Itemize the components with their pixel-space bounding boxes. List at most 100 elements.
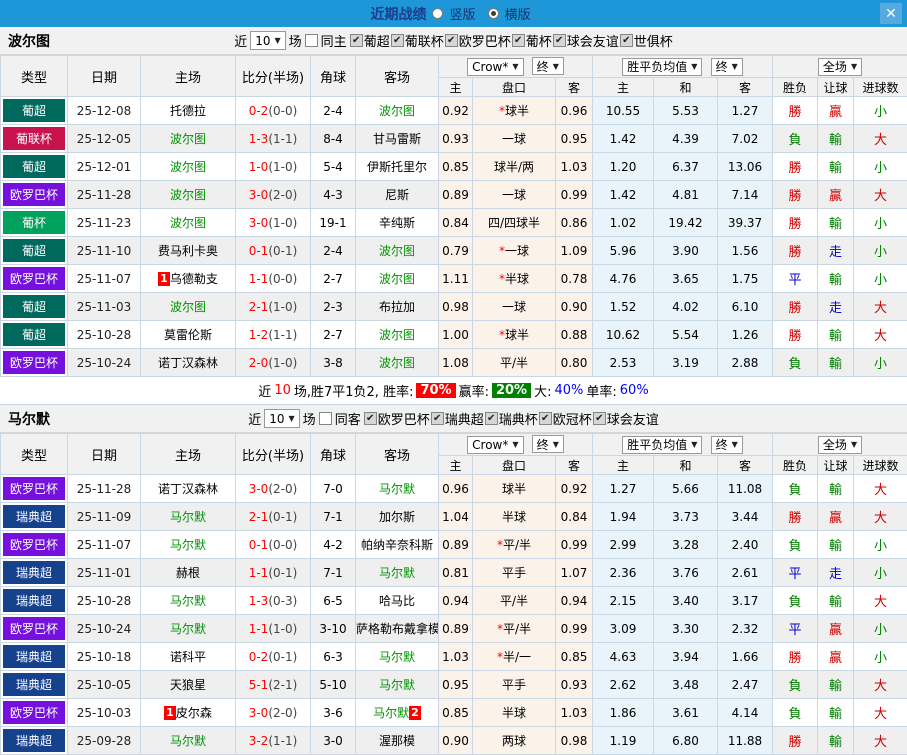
euro-mean-select[interactable]: 胜平负均值 <box>622 436 702 454</box>
result-text: 勝 <box>789 511 802 526</box>
result-goals: 小 <box>854 559 907 587</box>
league-checkbox[interactable] <box>445 34 458 47</box>
euro-mean-select[interactable]: 胜平负均值 <box>622 58 702 76</box>
horizontal-layout-radio[interactable] <box>488 8 499 19</box>
result-wdl: 平 <box>773 615 818 643</box>
asia-away-odds: 0.99 <box>556 181 593 209</box>
league-checkbox[interactable] <box>431 412 444 425</box>
league-type-cell: 欧罗巴杯 <box>1 699 68 727</box>
bookmaker-select-value: Crow* <box>472 60 508 74</box>
result-text: 平 <box>789 567 802 582</box>
result-text: 大 <box>874 595 887 610</box>
col-header-asia-away: 客 <box>556 78 593 97</box>
halftime-score: (1-0) <box>268 356 297 370</box>
league-checkbox[interactable] <box>553 34 566 47</box>
fulltime-score: 1-1 <box>249 566 269 580</box>
euro-final-select-value: 终 <box>716 436 728 453</box>
euro-home-odds: 4.63 <box>593 643 654 671</box>
euro-away-odds: 13.06 <box>718 153 773 181</box>
euro-home-odds: 4.76 <box>593 265 654 293</box>
league-type-cell: 欧罗巴杯 <box>1 531 68 559</box>
result-text: 輸 <box>829 707 842 722</box>
league-checkbox[interactable] <box>593 412 606 425</box>
away-team-name: 波尔图 <box>379 272 415 286</box>
euro-final-select[interactable]: 终 <box>711 58 743 76</box>
asia-home-odds: 0.90 <box>439 727 473 755</box>
league-checkbox[interactable] <box>620 34 633 47</box>
result-text: 小 <box>874 623 887 638</box>
league-type-cell: 瑞典超 <box>1 503 68 531</box>
same-venue-checkbox[interactable] <box>319 412 332 425</box>
result-text: 輸 <box>829 595 842 610</box>
result-text: 小 <box>874 567 887 582</box>
col-header-score: 比分(半场) <box>236 434 311 475</box>
euro-away-odds: 1.27 <box>718 97 773 125</box>
euro-draw-odds: 3.76 <box>654 559 718 587</box>
league-checkbox[interactable] <box>539 412 552 425</box>
away-team-cell: 马尔默2 <box>356 699 439 727</box>
result-handicap: 贏 <box>818 503 854 531</box>
result-text: 大 <box>874 679 887 694</box>
league-checkbox-label: 瑞典杯 <box>499 409 538 428</box>
score-cell: 3-0(1-0) <box>236 209 311 237</box>
asia-home-odds: 0.89 <box>439 531 473 559</box>
league-checkbox-label: 葡超 <box>364 31 390 50</box>
handicap-text: 平/半 <box>503 538 531 552</box>
home-team-name: 皮尔森 <box>176 706 212 720</box>
euro-final-select[interactable]: 终 <box>711 436 743 454</box>
corners-cell: 5-4 <box>311 153 356 181</box>
score-cell: 0-2(0-1) <box>236 643 311 671</box>
rows-body: 欧罗巴杯25-11-28诺丁汉森林3-0(2-0)7-0马尔默0.96球半0.9… <box>1 475 907 755</box>
league-checkbox[interactable] <box>512 34 525 47</box>
league-checkbox[interactable] <box>485 412 498 425</box>
team-section: 马尔默 近 10 场 同客 欧罗巴杯瑞典超瑞典杯欧冠杯球会友谊 类型 <box>0 405 907 755</box>
bookmaker-select[interactable]: Crow* <box>467 436 523 454</box>
league-badge: 葡联杯 <box>3 127 65 150</box>
result-text: 大 <box>874 735 887 750</box>
fulltime-score: 1-1 <box>249 272 269 286</box>
asia-final-select[interactable]: 终 <box>532 57 564 75</box>
col-header-corner: 角球 <box>311 434 356 475</box>
league-checkbox[interactable] <box>391 34 404 47</box>
match-date: 25-11-23 <box>68 209 141 237</box>
result-text: 贏 <box>829 651 842 666</box>
match-date: 25-09-28 <box>68 727 141 755</box>
result-handicap: 贏 <box>818 615 854 643</box>
vertical-layout-radio[interactable] <box>432 8 443 19</box>
result-text: 輸 <box>829 161 842 176</box>
col-header-result-wdl: 胜负 <box>773 78 818 97</box>
match-count-select[interactable]: 10 <box>264 409 299 428</box>
col-header-asia-home: 主 <box>439 456 473 475</box>
match-date: 25-11-10 <box>68 237 141 265</box>
col-header-result-hcp: 让球 <box>818 456 854 475</box>
col-header-away: 客场 <box>356 434 439 475</box>
scope-select[interactable]: 全场 <box>818 58 862 76</box>
home-team-name: 波尔图 <box>170 160 206 174</box>
away-team-cell: 伊斯托里尔 <box>356 153 439 181</box>
euro-mean-select-value: 胜平负均值 <box>627 436 687 453</box>
same-venue-checkbox[interactable] <box>305 34 318 47</box>
match-count-select[interactable]: 10 <box>250 31 285 50</box>
home-team-name: 马尔默 <box>170 594 206 608</box>
close-icon[interactable]: ✕ <box>880 3 902 24</box>
corners-cell: 3-10 <box>311 615 356 643</box>
asia-final-select[interactable]: 终 <box>532 435 564 453</box>
league-checkbox[interactable] <box>350 34 363 47</box>
league-checkbox[interactable] <box>364 412 377 425</box>
home-team-cell: 马尔默 <box>141 727 236 755</box>
match-row: 瑞典超25-09-28马尔默3-2(1-1)3-0渥那模0.90两球0.981.… <box>1 727 907 755</box>
match-row: 葡超25-10-28莫雷伦斯1-2(1-1)2-7波尔图1.00*球半0.881… <box>1 321 907 349</box>
asia-away-odds: 1.03 <box>556 153 593 181</box>
result-handicap: 輸 <box>818 531 854 559</box>
scope-select[interactable]: 全场 <box>818 436 862 454</box>
corners-cell: 7-0 <box>311 475 356 503</box>
summary-prefix: 近 <box>258 381 271 400</box>
halftime-score: (0-0) <box>268 104 297 118</box>
league-type-cell: 瑞典超 <box>1 587 68 615</box>
score-cell: 0-2(0-0) <box>236 97 311 125</box>
bookmaker-select[interactable]: Crow* <box>467 58 523 76</box>
corners-cell: 4-2 <box>311 531 356 559</box>
col-header-result-hcp: 让球 <box>818 78 854 97</box>
match-date: 25-11-09 <box>68 503 141 531</box>
result-goals: 小 <box>854 153 907 181</box>
